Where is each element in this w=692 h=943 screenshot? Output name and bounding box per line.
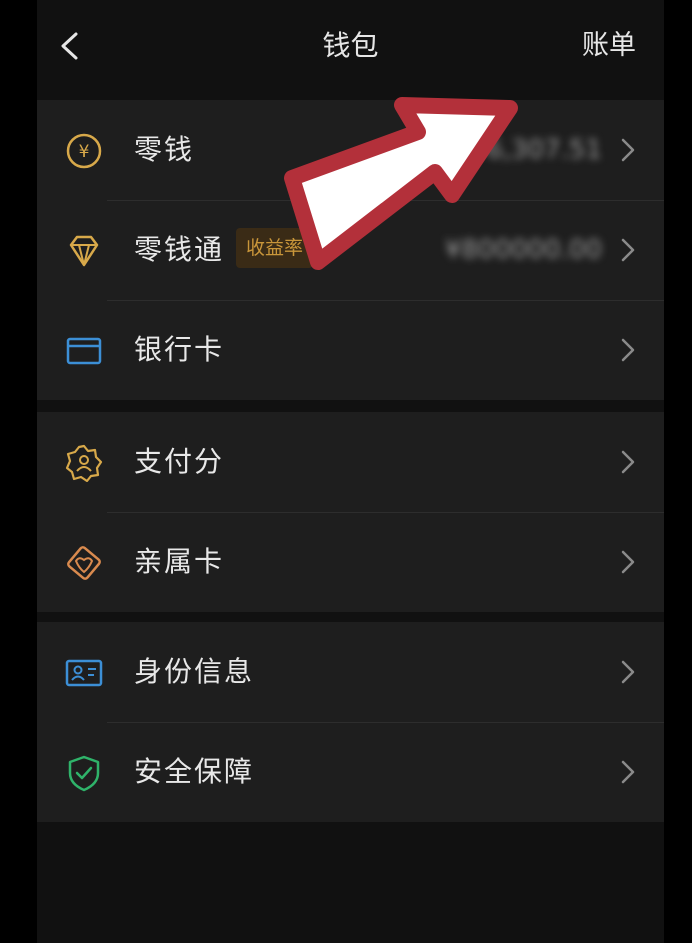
- balance-value: ¥6,307.51: [469, 135, 602, 165]
- chevron-right-icon: [620, 658, 636, 686]
- row-identity[interactable]: 身份信息: [37, 622, 664, 722]
- row-label: 银行卡: [134, 333, 225, 366]
- row-divider: [107, 200, 664, 201]
- row-label: 零钱: [134, 133, 195, 166]
- diamond-icon: [65, 232, 103, 270]
- row-security[interactable]: 安全保障: [37, 722, 664, 822]
- pay-score-icon: [65, 444, 103, 482]
- id-card-icon: [65, 654, 103, 692]
- chevron-right-icon: [620, 336, 636, 364]
- row-label: 支付分: [134, 445, 225, 478]
- chevron-right-icon: [620, 548, 636, 576]
- row-label: 零钱通: [134, 233, 225, 266]
- wallet-screen: 钱包 账单 ¥ 零钱 ¥6,307.51 零钱通 收益率 ¥800000.00 …: [37, 0, 664, 943]
- svg-text:¥: ¥: [79, 142, 90, 162]
- row-pay-score[interactable]: 支付分: [37, 412, 664, 512]
- balance-group: ¥ 零钱 ¥6,307.51 零钱通 收益率 ¥800000.00 银行卡: [37, 100, 664, 400]
- bank-card-icon: [65, 332, 103, 370]
- account-group: 身份信息 安全保障: [37, 622, 664, 822]
- chevron-right-icon: [620, 136, 636, 164]
- credit-group: 支付分 亲属卡: [37, 412, 664, 612]
- yuan-icon: ¥: [65, 132, 103, 170]
- row-divider: [107, 722, 664, 723]
- bill-link[interactable]: 账单: [582, 26, 636, 66]
- chevron-right-icon: [620, 448, 636, 476]
- top-nav-bar: 钱包 账单: [37, 0, 664, 96]
- row-divider: [107, 512, 664, 513]
- row-family-card[interactable]: 亲属卡: [37, 512, 664, 612]
- row-change-plus[interactable]: 零钱通 收益率 ¥800000.00: [37, 200, 664, 300]
- row-label: 安全保障: [134, 755, 255, 788]
- page-title: 钱包: [322, 29, 379, 62]
- yield-rate-badge: 收益率: [236, 228, 314, 268]
- family-card-icon: [65, 544, 103, 582]
- row-bank-card[interactable]: 银行卡: [37, 300, 664, 400]
- balance-value: ¥800000.00: [444, 235, 602, 265]
- chevron-right-icon: [620, 236, 636, 264]
- row-change[interactable]: ¥ 零钱 ¥6,307.51: [37, 100, 664, 200]
- row-divider: [107, 300, 664, 301]
- row-label: 亲属卡: [134, 545, 225, 578]
- row-label: 身份信息: [134, 655, 255, 688]
- chevron-right-icon: [620, 758, 636, 786]
- shield-icon: [65, 754, 103, 792]
